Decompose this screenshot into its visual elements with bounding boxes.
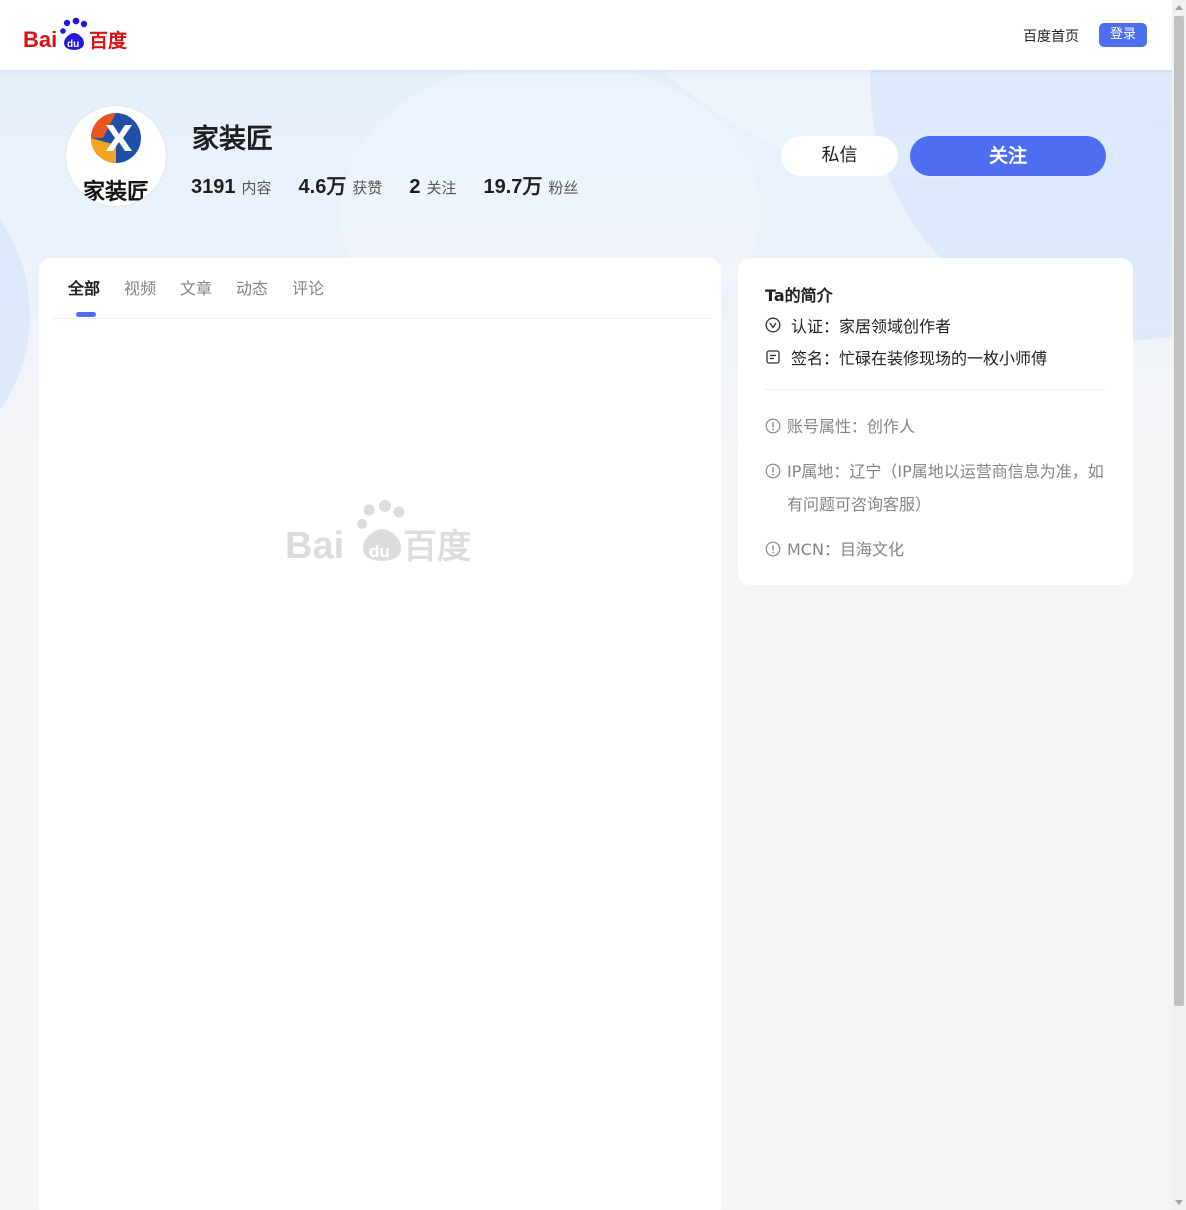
intro-divider [765,389,1106,390]
top-navigation-bar: Bai du 百度 百度首页 登录 [0,0,1172,70]
info-icon [765,541,781,557]
mcn-text: MCN：目海文化 [787,540,904,559]
intro-panel: Ta的简介 认证：家居领域创作者 签名：忙碌在装修现场的一枚小师傅 账号属性：创… [738,258,1133,585]
loading-placeholder-logo: Bai du 百度 [285,500,471,564]
stat-value: 4.6万 [298,176,347,198]
svg-text:百度: 百度 [403,527,471,564]
follow-button[interactable]: 关注 [910,136,1106,176]
intro-title: Ta的简介 [765,286,833,305]
login-button[interactable]: 登录 [1099,23,1147,47]
ip-location-text: IP属地：辽宁（IP属地以运营商信息为准，如有问题可咨询客服） [787,462,1104,514]
scroll-down-arrow-icon[interactable] [1175,1200,1183,1205]
scrollbar-thumb[interactable] [1174,16,1184,1006]
info-icon [765,418,781,434]
tab-dynamic[interactable]: 动态 [236,278,268,300]
avatar: 家装匠 [65,105,167,207]
signature-row: 签名：忙碌在装修现场的一枚小师傅 [765,345,1047,369]
stat-label: 内容 [241,179,272,197]
svg-text:Bai: Bai [285,525,344,564]
tab-video[interactable]: 视频 [124,278,156,300]
svg-text:百度: 百度 [89,29,128,52]
stat-likes: 4.6万 获赞 [299,170,383,199]
stat-followers[interactable]: 19.7万 粉丝 [483,170,578,199]
stat-label: 获赞 [352,179,383,197]
tab-comment[interactable]: 评论 [292,278,324,300]
signature-text: 签名：忙碌在装修现场的一枚小师傅 [791,349,1048,368]
private-message-button[interactable]: 私信 [781,136,898,176]
stat-value: 3191 [191,176,236,198]
svg-text:Bai: Bai [23,27,57,52]
mcn-row: MCN：目海文化 [765,533,1107,566]
tab-article[interactable]: 文章 [180,278,212,300]
stat-value: 19.7万 [483,176,543,198]
content-tabs: 全部 视频 文章 动态 评论 [68,278,348,300]
stat-value: 2 [409,176,421,198]
verified-icon [765,317,781,333]
profile-name: 家装匠 [192,124,273,155]
stat-following[interactable]: 2 关注 [409,176,456,199]
certification-text: 认证：家居领域创作者 [791,317,952,336]
tab-divider [52,318,711,319]
stat-label: 关注 [426,179,457,197]
stat-label: 粉丝 [548,179,579,197]
active-tab-indicator [76,312,96,317]
brand-logo-icon [91,113,141,163]
scroll-up-arrow-icon[interactable] [1175,5,1183,10]
account-type-row: 账号属性：创作人 [765,410,1107,443]
account-type-text: 账号属性：创作人 [787,417,916,436]
tab-all[interactable]: 全部 [68,278,100,300]
avatar-label: 家装匠 [82,180,149,205]
ip-location-row: IP属地：辽宁（IP属地以运营商信息为准，如有问题可咨询客服） [765,455,1107,521]
page: Bai du 百度 百度首页 登录 家装匠 家装匠 3191 内容 4.6万 获… [0,0,1172,1210]
profile-stats: 3191 内容 4.6万 获赞 2 关注 19.7万 粉丝 [191,170,605,199]
info-icon [765,463,781,479]
vertical-scrollbar[interactable] [1172,0,1186,1210]
baidu-logo[interactable]: Bai du 百度 [23,17,129,53]
stat-content: 3191 内容 [191,176,272,199]
note-icon [766,350,780,364]
baidu-home-link[interactable]: 百度首页 [1023,26,1079,46]
svg-text:du: du [67,39,79,50]
certification-row: 认证：家居领域创作者 [765,313,951,337]
content-panel: 全部 视频 文章 动态 评论 Bai du 百度 [39,258,721,1210]
svg-text:du: du [369,542,390,561]
